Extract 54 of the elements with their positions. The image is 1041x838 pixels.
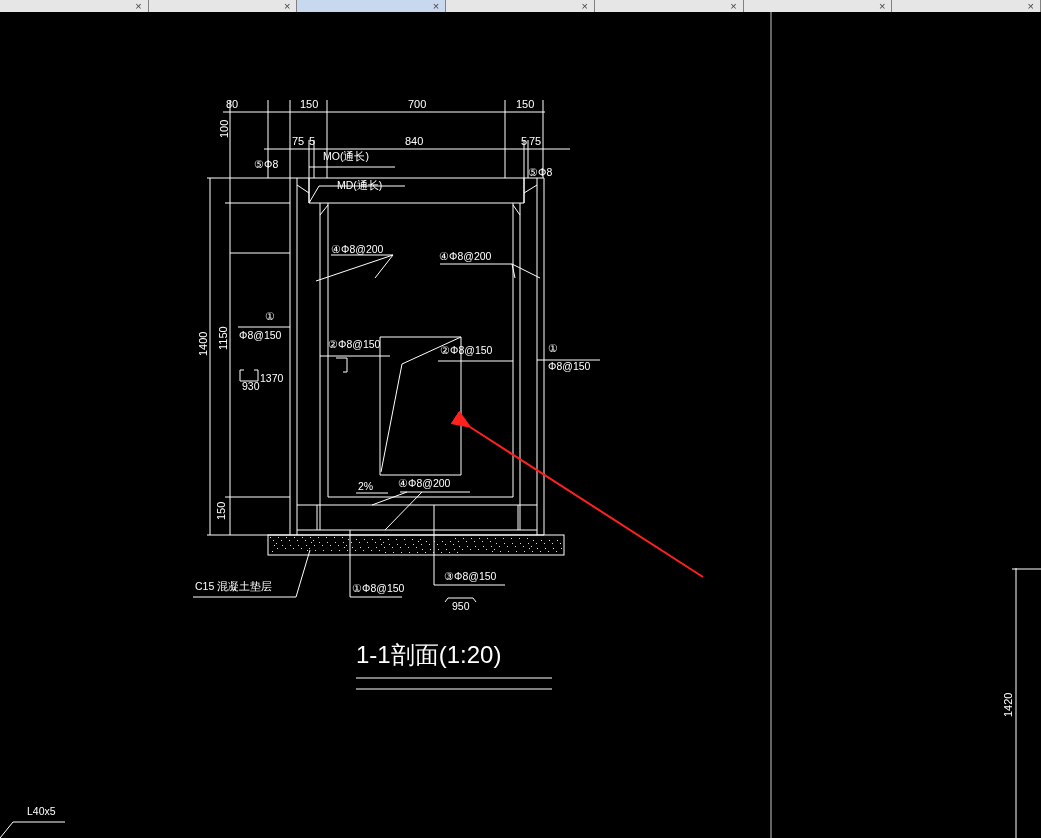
dimension-text: 150: [516, 98, 535, 110]
dimension-text: 75: [292, 135, 305, 147]
close-icon[interactable]: ×: [432, 1, 440, 12]
curve-mark-icon: [444, 597, 477, 603]
annotation-text: Φ8@150: [548, 360, 591, 372]
dimension-text: 5: [309, 135, 316, 147]
annotation-text: 1370: [260, 372, 284, 384]
dimension-text: 150: [300, 98, 319, 110]
annotation-text: ②Φ8@150: [328, 338, 381, 350]
dimension-text: 1400: [197, 331, 209, 356]
dimension-text: 150: [215, 501, 227, 520]
annotation-text: ②Φ8@150: [440, 344, 493, 356]
annotation-text: 950: [452, 600, 470, 612]
dimension-text: 5: [521, 135, 528, 147]
file-tab[interactable]: ×: [594, 0, 744, 12]
file-tab[interactable]: ×: [743, 0, 893, 12]
dimension-text: 700: [408, 98, 427, 110]
annotation-text: Φ8@150: [239, 329, 282, 341]
annotation-text: ③Φ8@150: [444, 570, 497, 582]
dimension-text: 75: [529, 135, 542, 147]
annotation-text: 2%: [358, 480, 374, 492]
file-tab[interactable]: ×: [0, 0, 149, 12]
dimension-text: 80: [226, 98, 239, 110]
annotation-text: ⑤Φ8: [254, 158, 279, 170]
annotation-text: ①: [265, 310, 275, 322]
annotation-text: ①Φ8@150: [352, 582, 405, 594]
annotation-text: ①: [548, 342, 558, 354]
file-tab[interactable]: ×: [892, 0, 1041, 12]
annotation-text: MD(通长): [337, 179, 383, 191]
dimension-text: 1420: [1002, 692, 1014, 717]
annotation-text: ⑤Φ8: [528, 166, 553, 178]
close-icon[interactable]: ×: [581, 1, 588, 12]
close-icon[interactable]: ×: [1027, 1, 1035, 12]
dimension-text: 100: [218, 119, 230, 138]
dimension-text: 840: [405, 135, 424, 147]
file-tab[interactable]: ×: [148, 0, 298, 12]
close-icon[interactable]: ×: [730, 1, 737, 12]
rebar-shape-icon: [239, 369, 259, 382]
file-tab[interactable]: ×: [446, 0, 595, 12]
dimension-text: 1150: [217, 326, 229, 350]
close-icon[interactable]: ×: [284, 1, 291, 12]
drawing-title: 1-1剖面(1:20): [356, 641, 502, 668]
annotation-text: MO(通长): [323, 150, 369, 162]
cad-canvas[interactable]: 80 150 700 150 100 75 5 840 5 75 ⑤Φ8 MO(通长) MD(通长) ⑤Φ8 ④Φ8@200 ④Φ8@200 ① Φ8@150 1400 1150 1370 930 ②Φ8@150 ②Φ8@150 ① Φ8@150 2% ④Φ8@200 150 C15 混凝土垫层 ①Φ8@150 ③Φ8@150 950 1-1剖面(1:20) L40x5 1420: [0, 12, 1041, 838]
annotation-text: L40x5: [27, 805, 56, 817]
annotation-text: ④Φ8@200: [439, 250, 492, 262]
file-tab[interactable]: ×: [297, 0, 447, 12]
close-icon[interactable]: ×: [135, 1, 142, 12]
close-icon[interactable]: ×: [878, 1, 886, 12]
annotation-text: 930: [242, 380, 260, 392]
rebar-hook-icon: [335, 357, 348, 373]
annotation-text: ④Φ8@200: [331, 243, 384, 255]
annotation-text: ④Φ8@200: [398, 477, 451, 489]
annotation-text: C15 混凝土垫层: [195, 580, 273, 592]
